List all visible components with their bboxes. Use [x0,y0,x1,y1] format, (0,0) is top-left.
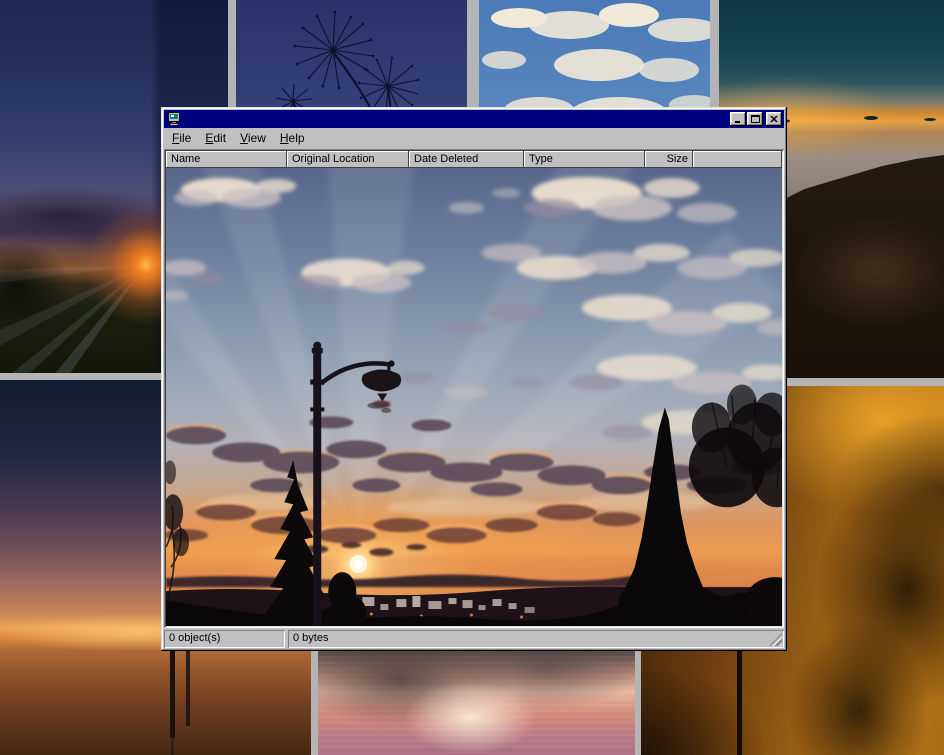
close-button[interactable] [766,112,782,126]
status-object-count: 0 object(s) [164,630,285,648]
water-pole [170,642,175,738]
recycle-bin-window: File Edit View Help Name Original Locati… [161,107,787,651]
computer-icon [167,112,181,126]
island-silhouette [924,118,936,121]
menu-file[interactable]: File [165,129,198,148]
file-list-view[interactable]: Name Original Location Date Deleted Type… [164,149,784,628]
pole-reflection [171,738,174,755]
maximize-button[interactable] [747,112,763,126]
column-header-type[interactable]: Type [524,151,645,168]
column-header-row: Name Original Location Date Deleted Type… [166,151,782,168]
column-header-original-location[interactable]: Original Location [287,151,409,168]
column-header-date-deleted[interactable]: Date Deleted [409,151,524,168]
minimize-button[interactable] [730,112,746,126]
island-silhouette [864,116,878,120]
menu-bar: File Edit View Help [164,128,784,149]
menu-help[interactable]: Help [273,129,312,148]
menu-edit[interactable]: Edit [198,129,233,148]
water-pole [186,650,190,726]
content-photo-sunset-streetlamp [166,168,782,626]
column-header-size[interactable]: Size [645,151,693,168]
status-total-size: 0 bytes [288,630,784,648]
column-header-name[interactable]: Name [166,151,287,168]
menu-view[interactable]: View [233,129,273,148]
close-icon [770,116,778,123]
status-bar: 0 object(s) 0 bytes [164,630,784,648]
minimize-icon [734,116,742,123]
column-header-blank[interactable] [693,151,782,168]
title-bar[interactable] [164,110,784,128]
maximize-icon [751,115,760,123]
